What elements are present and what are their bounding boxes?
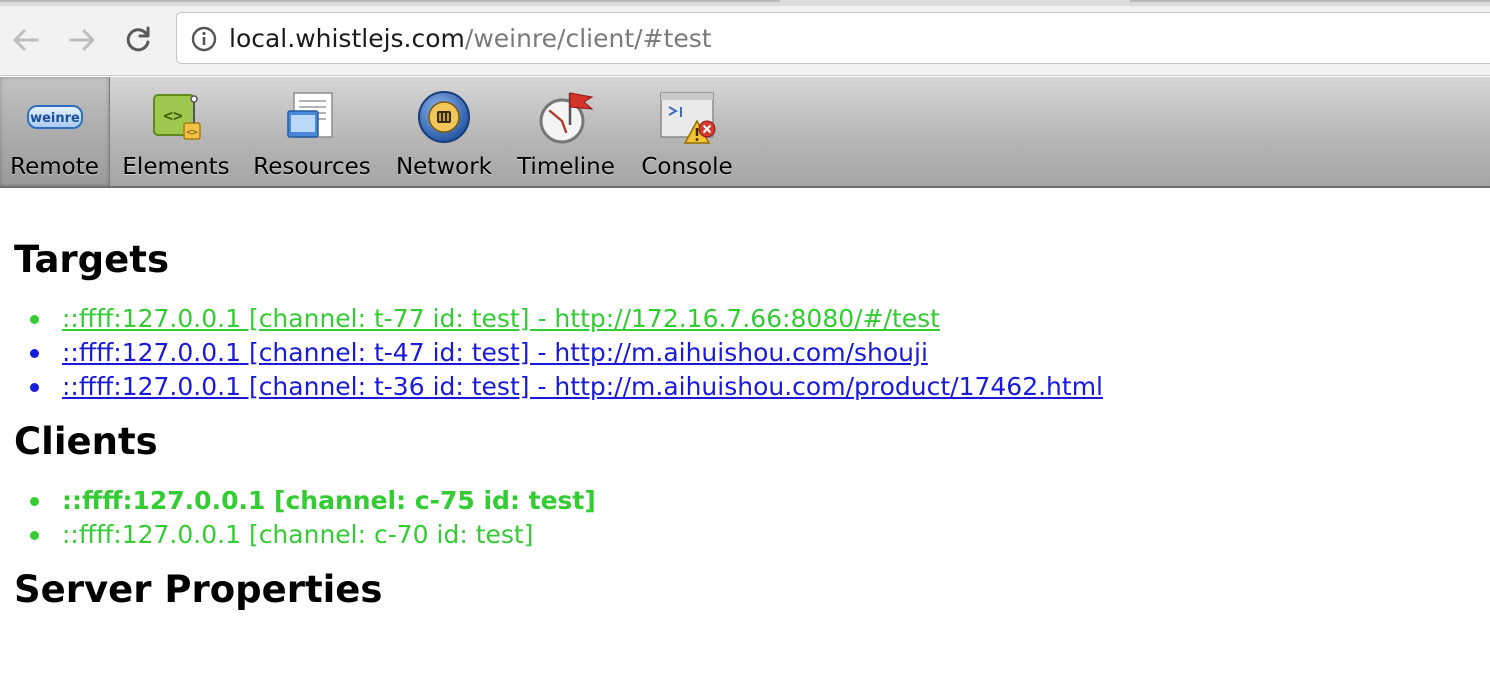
server-properties-heading: Server Properties <box>14 568 383 611</box>
tool-label: Timeline <box>517 154 615 180</box>
weinre-toolbar: weinre Remote <> <> Elements Resources N… <box>0 77 1490 188</box>
tab-edge <box>1130 0 1490 2</box>
tab-edge <box>0 0 780 2</box>
url-host: local.whistlejs.com <box>229 24 465 53</box>
back-button[interactable] <box>8 22 44 58</box>
clients-heading: Clients <box>14 420 158 463</box>
reload-icon <box>126 26 150 52</box>
network-icon <box>418 91 470 143</box>
target-link[interactable]: ::ffff:127.0.0.1 [channel: t-47 id: test… <box>62 338 928 367</box>
targets-list: ::ffff:127.0.0.1 [channel: t-77 id: test… <box>30 302 1474 404</box>
targets-heading: Targets <box>14 238 169 281</box>
tool-network[interactable]: Network <box>388 77 500 186</box>
back-arrow-icon <box>13 29 39 51</box>
forward-button[interactable] <box>64 22 100 58</box>
forward-arrow-icon <box>69 29 95 51</box>
target-item: ::ffff:127.0.0.1 [channel: t-77 id: test… <box>30 302 1474 336</box>
browser-toolbar: local.whistlejs.com/weinre/client/#test <box>0 6 1490 76</box>
elements-icon: <> <> <box>153 94 201 140</box>
timeline-icon <box>539 92 594 144</box>
target-link[interactable]: ::ffff:127.0.0.1 [channel: t-36 id: test… <box>62 372 1103 401</box>
client-item-current: ::ffff:127.0.0.1 [channel: c-75 id: test… <box>30 484 1474 518</box>
resources-icon <box>287 92 333 138</box>
tool-console[interactable]: Console <box>634 77 740 186</box>
tool-resources[interactable]: Resources <box>248 77 376 186</box>
tool-label: Resources <box>253 154 371 180</box>
tool-label: Network <box>395 154 493 180</box>
svg-text:<>: <> <box>187 128 198 138</box>
reload-button[interactable] <box>120 22 156 58</box>
address-url[interactable]: local.whistlejs.com/weinre/client/#test <box>229 23 712 55</box>
address-bar[interactable]: local.whistlejs.com/weinre/client/#test <box>176 12 1490 64</box>
tool-label: Console <box>641 154 733 180</box>
url-path: /weinre/client/#test <box>464 24 712 53</box>
target-link[interactable]: ::ffff:127.0.0.1 [channel: t-77 id: test… <box>62 304 940 333</box>
target-item: ::ffff:127.0.0.1 [channel: t-47 id: test… <box>30 336 1474 370</box>
tool-label: Remote <box>10 154 99 180</box>
tool-label: Elements <box>122 154 230 180</box>
client-item: ::ffff:127.0.0.1 [channel: c-70 id: test… <box>30 518 1474 552</box>
remote-panel: Targets ::ffff:127.0.0.1 [channel: t-77 … <box>14 190 1474 612</box>
console-icon <box>660 92 716 144</box>
svg-text:<>: <> <box>163 106 182 125</box>
target-item: ::ffff:127.0.0.1 [channel: t-36 id: test… <box>30 370 1474 404</box>
info-icon[interactable] <box>191 26 217 52</box>
tool-remote[interactable]: weinre Remote <box>0 77 110 186</box>
weinre-logo-text: weinre <box>30 111 80 126</box>
weinre-logo-icon: weinre <box>26 105 83 129</box>
clients-list: ::ffff:127.0.0.1 [channel: c-75 id: test… <box>30 484 1474 552</box>
tool-timeline[interactable]: Timeline <box>510 77 622 186</box>
tool-elements[interactable]: <> <> Elements <box>114 77 238 186</box>
